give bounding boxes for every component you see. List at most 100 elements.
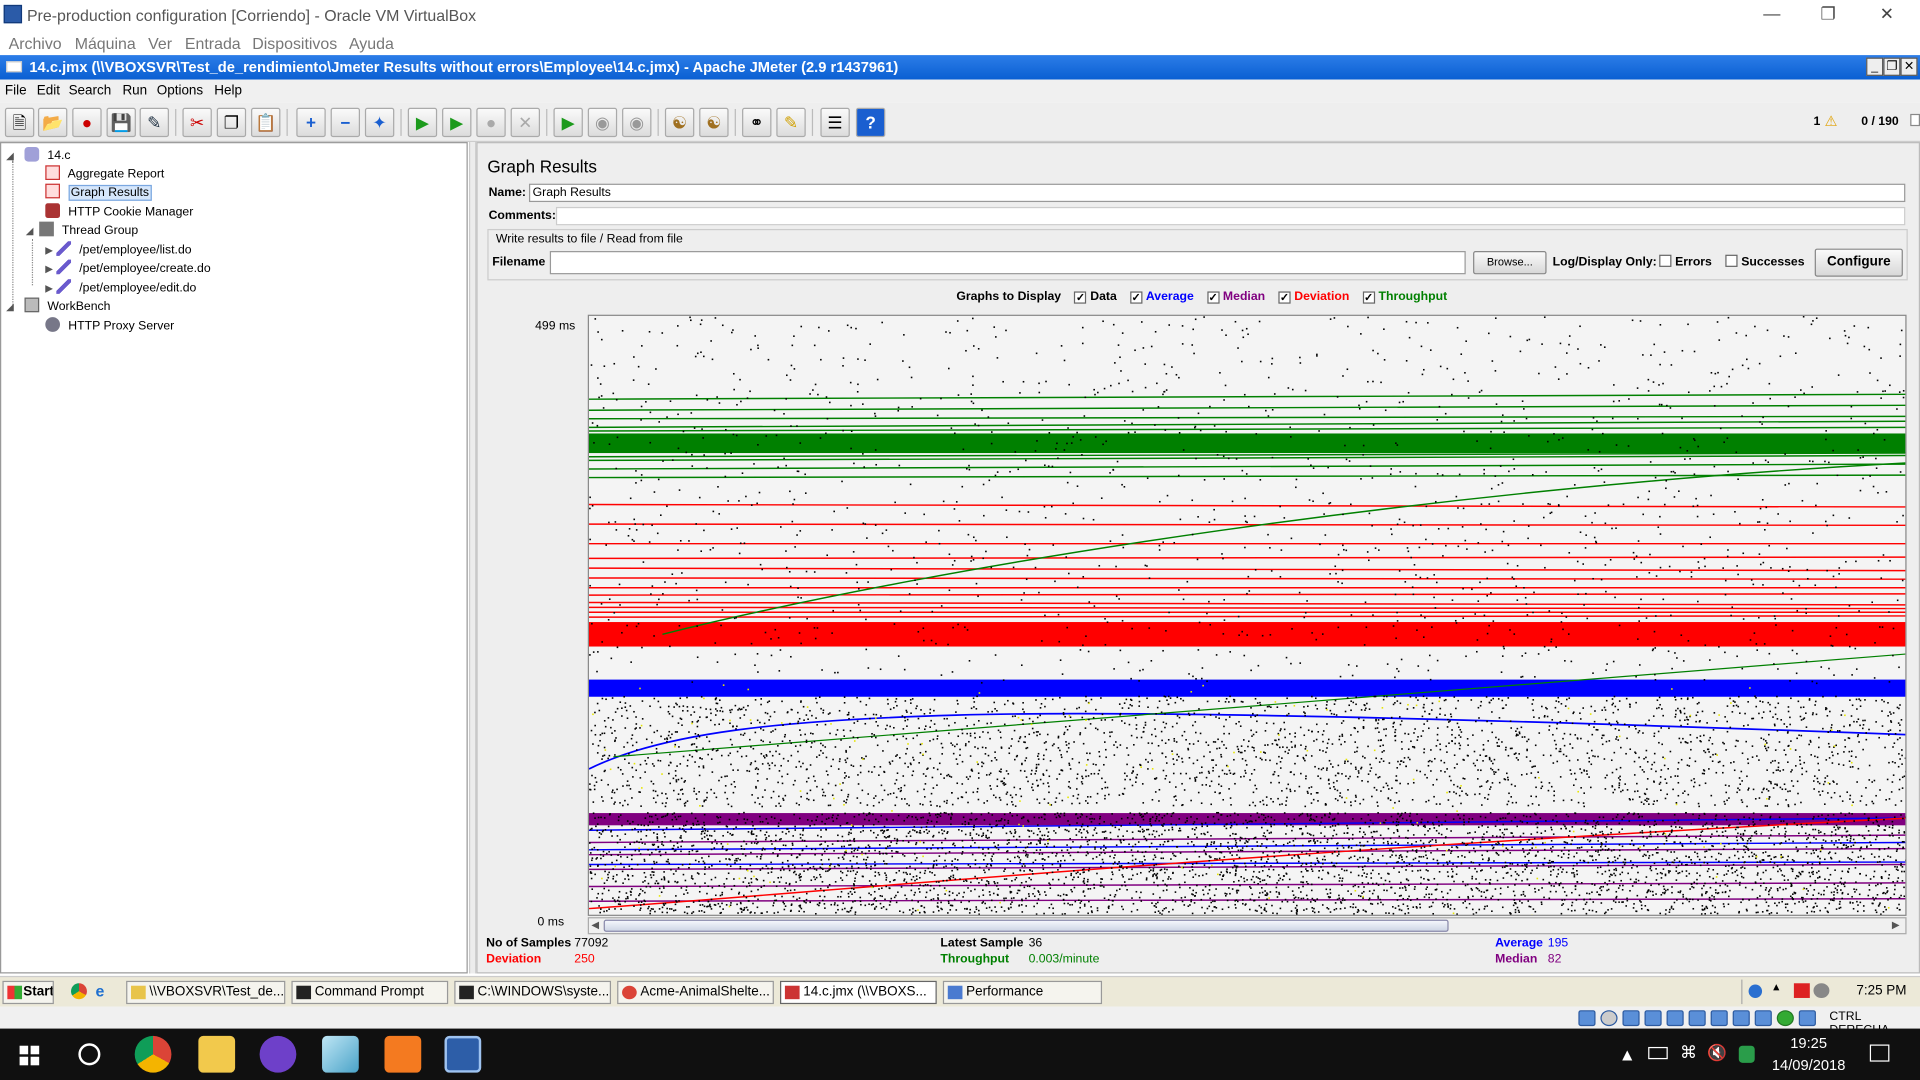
- remote-stop-icon[interactable]: ◉: [587, 107, 618, 138]
- data-point: [1115, 595, 1118, 598]
- filename-input[interactable]: [549, 251, 1466, 275]
- legend-throughput-checkbox[interactable]: ✓ Throughput: [1362, 290, 1447, 304]
- jmeter-close-button[interactable]: ✕: [1900, 57, 1918, 76]
- data-point: [1426, 720, 1429, 722]
- data-point: [1076, 707, 1078, 710]
- stop-icon[interactable]: ●: [476, 107, 506, 138]
- function-helper-icon[interactable]: ☰: [820, 107, 850, 138]
- data-point: [1333, 703, 1336, 705]
- tree-node-cookie-manager[interactable]: HTTP Cookie Manager: [45, 203, 193, 221]
- data-point: [1167, 738, 1170, 741]
- menu-search[interactable]: Search: [69, 83, 112, 98]
- search-icon[interactable]: ⚭: [742, 107, 772, 138]
- data-point: [1393, 721, 1395, 724]
- expand-all-icon[interactable]: +: [296, 107, 326, 138]
- toggle-icon[interactable]: ✦: [364, 107, 395, 138]
- menu-file[interactable]: File: [5, 83, 27, 98]
- browse-button[interactable]: Browse...: [1473, 251, 1547, 275]
- open-icon[interactable]: 📂: [37, 107, 68, 138]
- menu-ayuda[interactable]: Ayuda: [349, 34, 394, 52]
- data-point: [1438, 405, 1441, 408]
- data-point: [946, 799, 948, 802]
- legend-median-checkbox[interactable]: ✓ Median: [1207, 290, 1265, 304]
- name-field[interactable]: Graph Results: [528, 183, 1906, 203]
- data-point: [1350, 709, 1352, 712]
- tree-node-sampler-edit[interactable]: ▶ /pet/employee/edit.do: [45, 279, 196, 297]
- restore-button[interactable]: ❐: [1810, 4, 1847, 26]
- paste-icon[interactable]: 📋: [251, 107, 281, 138]
- cut-icon[interactable]: ✂: [182, 107, 212, 138]
- menu-run[interactable]: Run: [122, 83, 147, 98]
- clear-all-icon[interactable]: ☯: [699, 107, 729, 138]
- menu-archivo[interactable]: Archivo: [9, 34, 62, 52]
- menu-options[interactable]: Options: [157, 83, 203, 98]
- menu-ver[interactable]: Ver: [148, 34, 172, 52]
- shutdown-icon[interactable]: ✕: [510, 107, 541, 138]
- tree-node-proxy-server[interactable]: HTTP Proxy Server: [45, 317, 174, 335]
- data-point: [764, 711, 767, 714]
- data-point: [1625, 697, 1628, 700]
- remote-start-icon[interactable]: ▶: [553, 107, 583, 138]
- data-point: [1484, 797, 1486, 799]
- legend-data-checkbox[interactable]: ✓ Data: [1074, 290, 1117, 304]
- menu-help[interactable]: Help: [214, 83, 242, 98]
- data-point: [1451, 733, 1453, 736]
- clear-icon[interactable]: ☯: [664, 107, 695, 138]
- start-no-pauses-icon[interactable]: ▶: [442, 107, 472, 138]
- panel-splitter[interactable]: [468, 142, 477, 974]
- jmeter-minimize-button[interactable]: _: [1866, 57, 1884, 76]
- menu-dispositivos[interactable]: Dispositivos: [252, 34, 337, 52]
- menu-entrada[interactable]: Entrada: [185, 34, 241, 52]
- new-icon[interactable]: 🗎: [4, 107, 35, 138]
- data-point: [972, 317, 974, 320]
- data-point: [1560, 621, 1563, 623]
- data-point: [1507, 754, 1510, 757]
- configure-button[interactable]: Configure: [1814, 248, 1903, 277]
- data-point: [648, 330, 651, 333]
- data-point: [1368, 559, 1370, 562]
- tree-node-workbench[interactable]: ◢ WorkBench: [6, 297, 110, 316]
- tree-node-graph-results[interactable]: Graph Results: [45, 183, 152, 202]
- tree-node-thread-group[interactable]: ◢ Thread Group: [26, 221, 138, 240]
- legend-deviation-checkbox[interactable]: ✓ Deviation: [1278, 290, 1349, 304]
- data-point: [1404, 581, 1407, 583]
- legend-average-checkbox[interactable]: ✓ Average: [1130, 290, 1194, 304]
- menu-edit[interactable]: Edit: [37, 83, 60, 98]
- data-point: [699, 706, 702, 709]
- data-point: [809, 789, 812, 792]
- save-as-icon[interactable]: ✎: [139, 107, 169, 138]
- errors-checkbox[interactable]: Errors: [1659, 254, 1712, 269]
- data-point: [710, 758, 713, 760]
- tree-node-sampler-list[interactable]: ▶ /pet/employee/list.do: [45, 241, 192, 259]
- data-point: [760, 703, 762, 706]
- data-point: [1241, 758, 1244, 760]
- tree-node-sampler-create[interactable]: ▶ /pet/employee/create.do: [45, 259, 211, 278]
- warning-icon[interactable]: ⚠: [1825, 113, 1838, 130]
- start-icon[interactable]: ▶: [407, 107, 438, 138]
- open-recent-icon[interactable]: ●: [72, 107, 102, 138]
- data-point: [920, 709, 922, 711]
- successes-checkbox[interactable]: Successes: [1725, 254, 1805, 269]
- remote-shutdown-icon[interactable]: ◉: [622, 107, 652, 138]
- data-point: [1815, 317, 1818, 319]
- tree-node-aggregate-report[interactable]: Aggregate Report: [45, 165, 164, 183]
- tree-node-test-plan[interactable]: ◢ 14.c: [6, 146, 71, 165]
- reset-search-icon[interactable]: ✎: [776, 107, 806, 138]
- data-point: [1527, 804, 1530, 807]
- menu-maquina[interactable]: Máquina: [75, 34, 136, 52]
- data-point: [784, 844, 787, 847]
- minimize-button[interactable]: —: [1753, 4, 1790, 26]
- jmeter-restore-button[interactable]: ❐: [1883, 57, 1901, 76]
- data-point: [1701, 772, 1704, 775]
- comments-field[interactable]: [555, 206, 1906, 226]
- save-icon[interactable]: 💾: [106, 107, 136, 138]
- close-button[interactable]: ✕: [1869, 4, 1906, 26]
- data-point: [1436, 848, 1439, 850]
- data-point: [1549, 512, 1552, 515]
- data-point: [1342, 375, 1344, 377]
- collapse-all-icon[interactable]: −: [330, 107, 361, 138]
- data-point: [718, 723, 721, 726]
- copy-icon[interactable]: ❐: [216, 107, 247, 138]
- help-icon[interactable]: ?: [855, 107, 886, 138]
- data-point: [1250, 716, 1252, 718]
